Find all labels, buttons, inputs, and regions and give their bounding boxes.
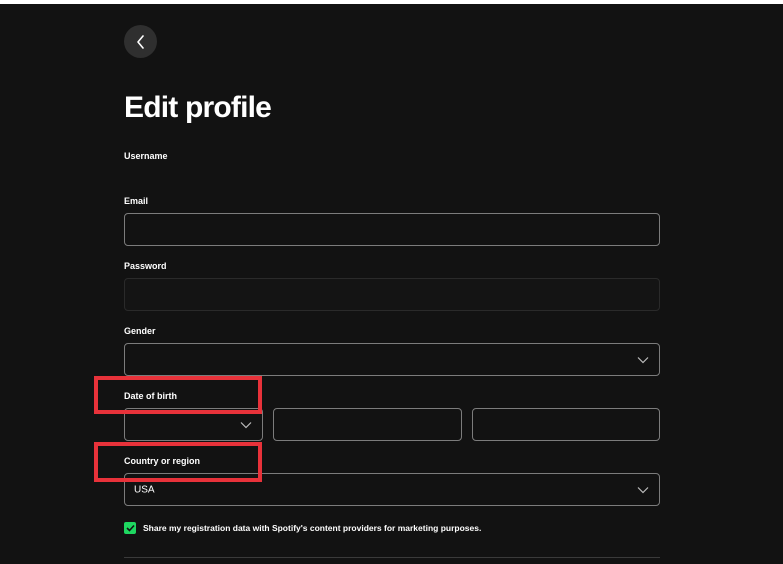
dob-label: Date of birth (124, 391, 177, 401)
password-label: Password (124, 261, 167, 271)
dob-day-field[interactable] (273, 408, 462, 441)
marketing-checkbox-label: Share my registration data with Spotify'… (143, 523, 482, 533)
dob-month-select[interactable] (124, 408, 263, 441)
country-label: Country or region (124, 456, 200, 466)
back-button[interactable] (124, 25, 157, 58)
page-title: Edit profile (124, 91, 272, 124)
email-label: Email (124, 196, 149, 206)
gender-label: Gender (124, 326, 156, 336)
chevron-down-icon (637, 356, 649, 363)
email-field[interactable] (124, 213, 660, 246)
checkmark-icon (125, 524, 135, 532)
password-field[interactable] (124, 278, 660, 311)
chevron-down-icon (240, 421, 252, 428)
chevron-down-icon (637, 486, 649, 493)
marketing-checkbox[interactable] (124, 522, 136, 534)
divider (124, 557, 660, 558)
username-label: Username (124, 151, 168, 161)
edit-profile-page: Edit profile Username Email Password Gen… (0, 4, 783, 564)
country-select[interactable]: USA (124, 473, 660, 506)
chevron-left-icon (136, 34, 144, 49)
dob-year-field[interactable] (472, 408, 660, 441)
country-value: USA (134, 484, 155, 495)
gender-select[interactable] (124, 343, 660, 376)
